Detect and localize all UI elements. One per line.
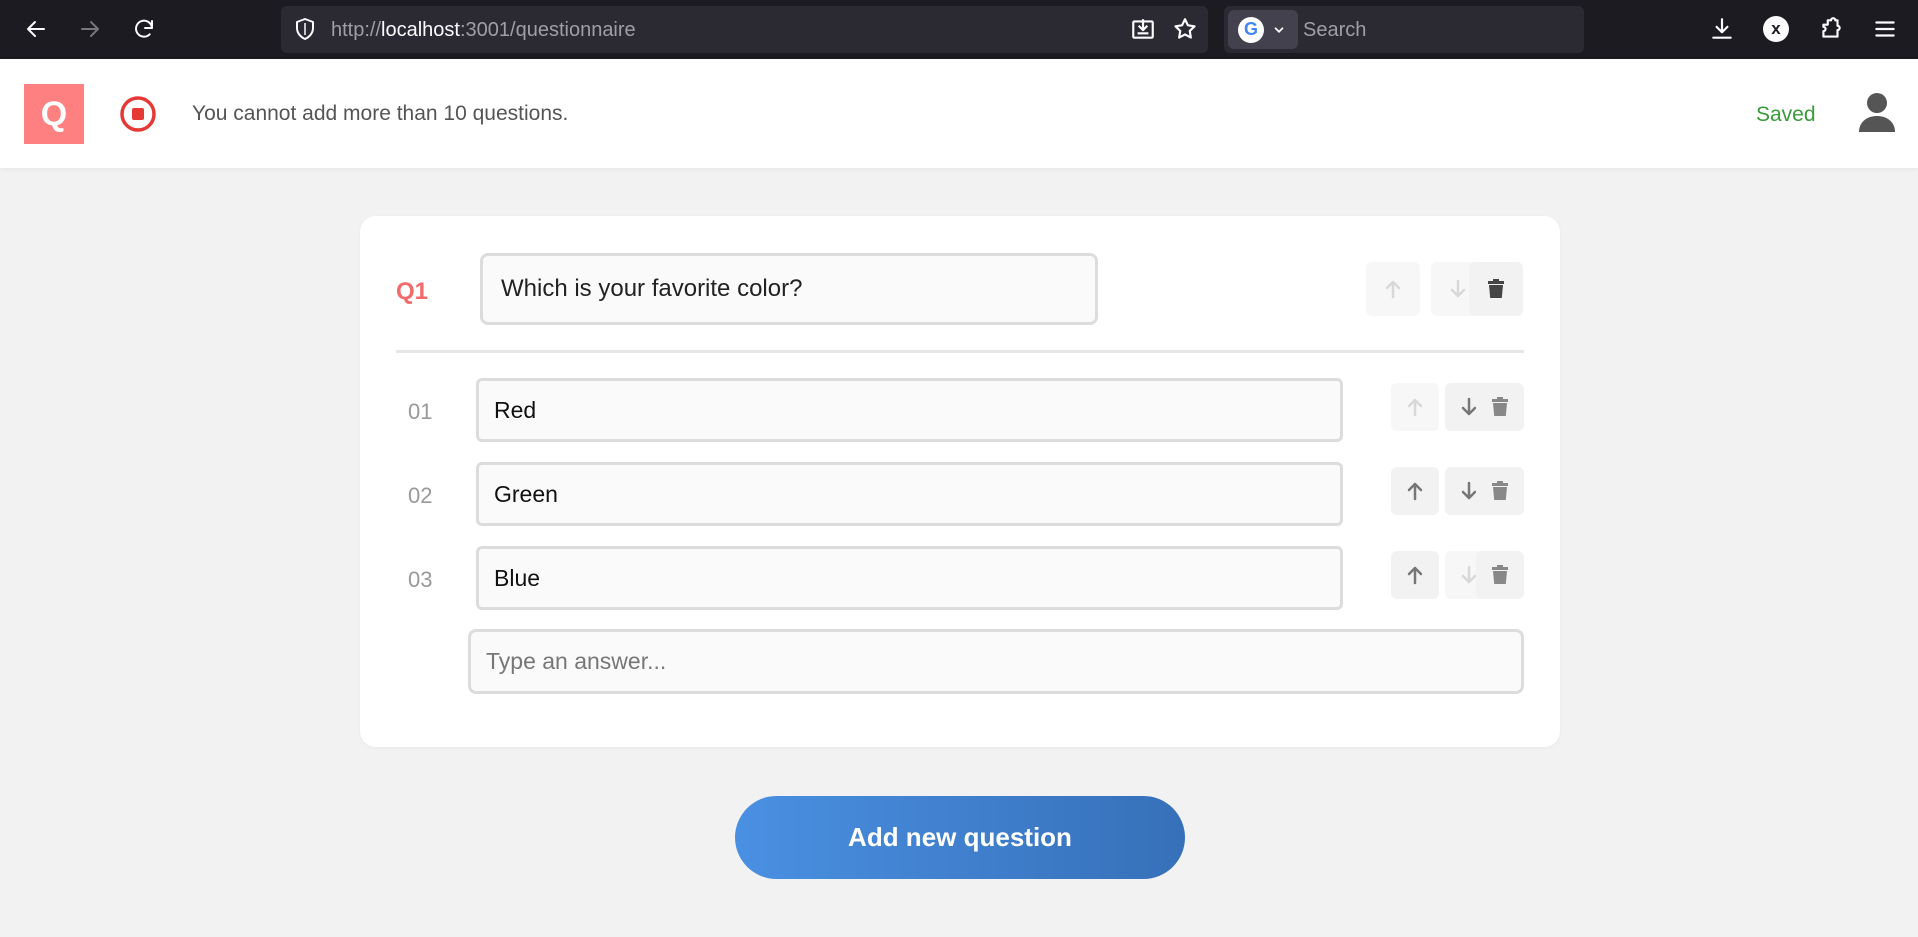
puzzle-icon [1822,17,1841,38]
question-card: Q1 01 02 03 [360,216,1560,747]
arrow-down-icon [1450,279,1466,298]
answer-delete-button[interactable] [1476,551,1524,599]
url-prefix: http:// [331,19,382,41]
arrow-up-icon [1407,566,1423,585]
question-label: Q1 [396,278,429,305]
arrow-up-icon [1385,280,1401,299]
hamburger-icon [1875,21,1895,37]
reload-icon [135,19,153,38]
trash-icon [1492,397,1508,416]
trash-icon [1492,481,1508,500]
question-move-up-button[interactable] [1366,262,1420,316]
menu-button[interactable] [1866,10,1904,48]
question-input[interactable] [480,253,1098,325]
search-bar: G [1224,6,1584,53]
divider [396,350,1524,353]
stop-circle-icon [120,96,156,132]
answer-move-up-button[interactable] [1391,467,1439,515]
question-delete-button[interactable] [1469,262,1523,316]
downloads-button[interactable] [1703,10,1741,48]
download-icon [1712,18,1732,39]
app-logo[interactable]: Q [24,84,84,144]
extension-x-icon: x [1763,16,1789,42]
answer-input[interactable] [476,546,1343,610]
star-icon[interactable] [1172,16,1198,42]
url-text[interactable]: http://localhost:3001/questionnaire [331,19,636,42]
arrow-left-icon [27,21,45,37]
answer-delete-button[interactable] [1476,467,1524,515]
url-path: :3001/questionnaire [459,19,636,41]
url-bar[interactable]: http://localhost:3001/questionnaire [281,6,1208,53]
user-icon[interactable] [1859,92,1895,132]
arrow-right-icon [81,21,99,37]
answer-number: 01 [408,399,433,424]
new-answer-input[interactable] [468,629,1524,694]
answer-input[interactable] [476,462,1343,526]
answer-move-up-button[interactable] [1391,551,1439,599]
arrow-up-icon [1407,482,1423,501]
search-engine-button[interactable]: G [1228,10,1298,49]
google-icon: G [1238,16,1264,43]
reload-button[interactable] [125,10,163,48]
answer-number: 02 [408,483,433,508]
chevron-down-icon [1274,26,1284,33]
trash-icon [1488,279,1504,298]
shield-icon[interactable] [293,17,317,41]
search-input[interactable] [1303,16,1573,44]
answer-input[interactable] [476,378,1343,442]
url-host: localhost [381,19,460,41]
extension-x-button[interactable]: x [1757,10,1795,48]
add-question-button[interactable]: Add new question [735,796,1185,879]
arrow-up-icon [1407,398,1423,417]
answer-move-up-button[interactable] [1391,383,1439,431]
answer-number: 03 [408,567,433,592]
answer-delete-button[interactable] [1476,383,1524,431]
save-page-icon[interactable] [1130,16,1156,42]
trash-icon [1492,565,1508,584]
app-header: Q You cannot add more than 10 questions.… [0,59,1918,168]
error-message: You cannot add more than 10 questions. [192,102,569,125]
back-button[interactable] [17,10,55,48]
forward-button[interactable] [71,10,109,48]
browser-toolbar: http://localhost:3001/questionnaire G x [0,0,1918,59]
saved-status: Saved [1756,103,1816,126]
extensions-button[interactable] [1812,10,1850,48]
